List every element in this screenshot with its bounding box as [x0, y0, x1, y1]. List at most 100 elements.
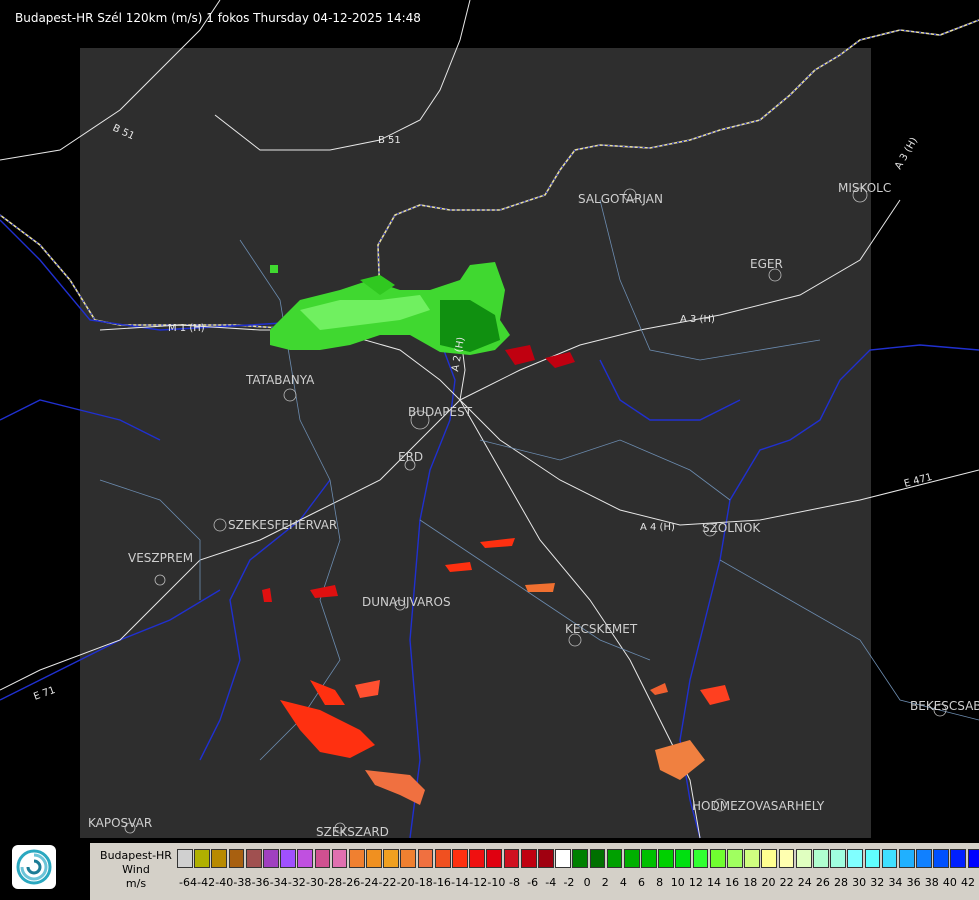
legend-tick-label: -8: [509, 876, 520, 889]
legend-tick-label: 26: [815, 876, 830, 889]
legend-swatch: [503, 849, 520, 868]
legend-tick-label: 32: [870, 876, 885, 889]
legend-tick-label: 8: [656, 876, 664, 889]
legend-tick-label: 10: [670, 876, 685, 889]
logo: [12, 845, 56, 889]
place-label: TATABANYA: [245, 373, 315, 387]
legend-tick-label: -12: [469, 876, 488, 889]
legend-tick-label: 14: [707, 876, 722, 889]
legend-tick-label: 40: [942, 876, 957, 889]
legend-tick-label: -14: [451, 876, 470, 889]
legend-tick-label: 4: [619, 876, 627, 889]
legend-swatch: [675, 849, 692, 868]
place-label: SZOLNOK: [702, 521, 761, 535]
legend-tick-label: 38: [924, 876, 939, 889]
place-label: KECSKEMET: [565, 622, 638, 636]
legend-tick-label: 20: [761, 876, 776, 889]
legend-swatch: [314, 849, 331, 868]
legend-swatch: [761, 849, 778, 868]
road-label: M 1 (H): [168, 323, 205, 334]
legend-swatch: [331, 849, 348, 868]
legend-tick-label: 16: [725, 876, 740, 889]
legend-swatch: [898, 849, 915, 868]
legend-tick-label: -22: [378, 876, 397, 889]
legend-swatch: [933, 849, 950, 868]
legend-swatch: [245, 849, 262, 868]
legend-swatch: [916, 849, 932, 868]
legend-swatch: [744, 849, 760, 868]
legend-swatch: [830, 849, 846, 868]
legend-swatch: [658, 849, 675, 868]
legend-swatch: [864, 849, 881, 868]
place-label: VESZPREM: [128, 551, 193, 565]
place-label: SALGOTARJAN: [578, 192, 663, 206]
legend-tick-label: 28: [834, 876, 849, 889]
place-label: SZEKSZARD: [316, 825, 389, 839]
map-title: Budapest-HR Szél 120km (m/s) 1 fokos Thu…: [15, 11, 421, 25]
legend-tick-label: -38: [233, 876, 252, 889]
legend-tick-label: 34: [888, 876, 903, 889]
legend-tick-label: -4: [545, 876, 557, 889]
legend-tick-label: -2: [563, 876, 575, 889]
legend-swatch: [692, 849, 709, 868]
legend-swatch: [262, 849, 279, 868]
legend-tick-label: -32: [287, 876, 306, 889]
place-label: ERD: [398, 450, 423, 464]
legend-swatch: [228, 849, 245, 868]
road-label: A 3 (H): [893, 136, 920, 172]
legend-tick-label: -30: [305, 876, 324, 889]
legend-ticks: -64 -42 -40 -38 -36 -34 -32 -30 -28 -26 -24 -22 -20-…: [179, 876, 979, 890]
legend-unit: m/s: [125, 877, 147, 890]
legend-swatch: [967, 849, 979, 868]
legend-tick-label: -6: [527, 876, 539, 889]
radar-coverage-area: [80, 48, 871, 838]
legend-tick-label: 12: [688, 876, 703, 889]
legend-swatch: [555, 849, 571, 868]
legend-title: Budapest-HR Wind m/s: [90, 843, 182, 900]
road-label: E 71: [32, 685, 57, 703]
legend-swatch: [486, 849, 503, 868]
legend-tick-label: 24: [797, 876, 812, 889]
legend-tick-label: 6: [637, 876, 645, 889]
road-label: B 51: [378, 135, 401, 146]
legend-swatch: [537, 849, 554, 868]
road-label: A 3 (H): [680, 314, 715, 325]
legend-swatch: [606, 849, 623, 868]
legend-swatch: [452, 849, 468, 868]
legend-swatch: [280, 849, 296, 868]
road-label: A 4 (H): [640, 522, 675, 533]
color-legend: Budapest-HR Wind m/s -64 -42 -40 -38 -36 -34-…: [90, 843, 979, 900]
place-label: MISKOLC: [838, 181, 891, 195]
legend-swatch: [950, 849, 967, 868]
legend-swatch: [469, 849, 485, 868]
place-label: BEKESCSABA: [910, 699, 979, 713]
legend-source: Budapest-HR: [100, 849, 172, 862]
legend-swatch: [434, 849, 451, 868]
legend-tick-label: -28: [324, 876, 343, 889]
legend-tick-label: -26: [342, 876, 361, 889]
legend-quantity: Wind: [122, 863, 150, 876]
radar-map: SALGOTARJAN MISKOLC EGER TATABANYA BUDAP…: [0, 0, 979, 839]
place-label: HODMEZOVASARHELY: [692, 799, 825, 813]
place-label: SZEKESFEHERVAR: [228, 518, 337, 532]
place-label: BUDAPEST: [408, 405, 473, 419]
place-label: DUNAUJVAROS: [362, 595, 451, 609]
legend-tick-label: 0: [583, 876, 591, 889]
legend-swatch: [847, 849, 864, 868]
legend-tick-label: 22: [779, 876, 794, 889]
place-label: KAPOSVAR: [88, 816, 152, 830]
legend-tick-label: 18: [743, 876, 758, 889]
legend-swatch: [623, 849, 640, 868]
legend-tick-label: -64: [179, 876, 197, 889]
legend-swatch: [778, 849, 795, 868]
legend-swatch: [297, 849, 314, 868]
legend-swatch: [366, 849, 382, 868]
legend-tick-label: -18: [414, 876, 433, 889]
road-label: E 471: [903, 472, 933, 490]
legend-swatch: [417, 849, 434, 868]
legend-swatch: [812, 849, 829, 868]
legend-swatch: [709, 849, 726, 868]
swirl-logo-icon: [16, 849, 52, 885]
legend-swatch: [727, 849, 743, 868]
legend-swatch: [383, 849, 400, 868]
